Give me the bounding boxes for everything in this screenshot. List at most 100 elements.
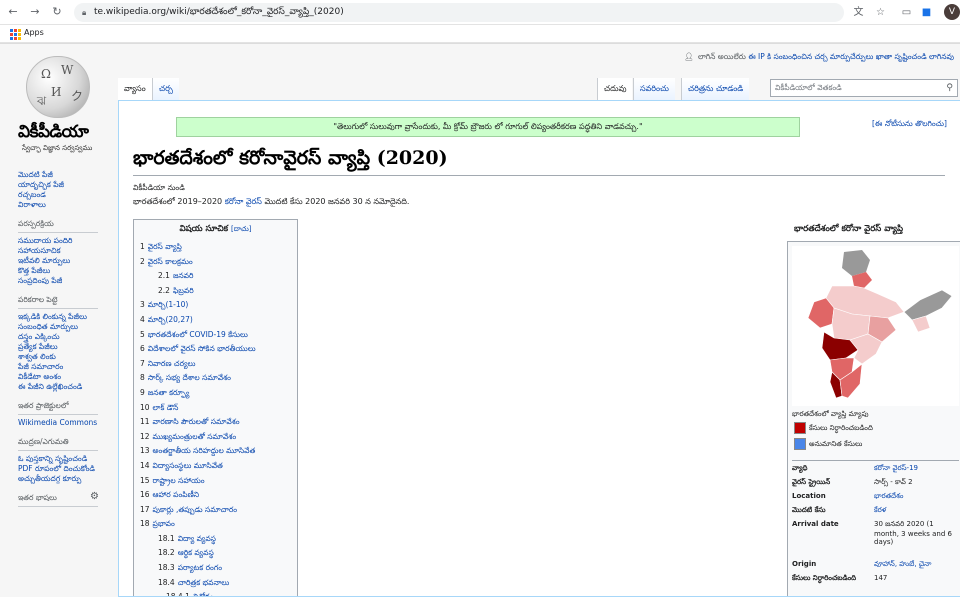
toc-label: ముఖ్యమంత్రులతో సమావేశం xyxy=(152,431,237,441)
wikipedia-logo[interactable]: Ω W И ク ঝ వికీపీడియా స్వేచ్ఛా విజ్ఞాన సర… xyxy=(16,56,100,156)
toc-item[interactable]: 2.1 జనవరి xyxy=(140,269,291,284)
toc-item[interactable]: 15 రాష్ట్రాల సహాయం xyxy=(140,474,291,489)
forward-arrow-icon[interactable]: → xyxy=(28,5,42,19)
toc-item[interactable]: 12 ముఖ్యమంత్రులతో సమావేశం xyxy=(140,430,291,445)
sidebar-link[interactable]: దస్త్రం ఎక్కించు xyxy=(18,332,114,342)
sidebar-heading[interactable]: ముద్రణ/ఎగుమతి xyxy=(18,437,98,451)
tab-edit[interactable]: సవరించు xyxy=(633,78,675,100)
infobox-key: Location xyxy=(792,492,826,500)
contributions-link[interactable]: మార్పుచేర్పులు xyxy=(830,52,873,61)
toc-number: 2.1 xyxy=(158,271,170,281)
toc-item[interactable]: 2.2 ఫిబ్రవరి xyxy=(140,284,291,299)
sidebar-heading[interactable]: పరస్పరక్రియ xyxy=(18,219,98,233)
sidebar-link[interactable]: యాదృచ్ఛిక పేజీ xyxy=(18,180,114,190)
tab-read[interactable]: చదువు xyxy=(597,78,633,100)
sidebar-link[interactable]: PDF రూపంలో దించుకోండి xyxy=(18,464,114,474)
create-account-link[interactable]: ఖాతా సృష్టించండి xyxy=(876,52,927,61)
sidebar-link[interactable]: ఇక్కడికి లింకున్న పేజీలు xyxy=(18,312,114,322)
legend-swatch-confirmed xyxy=(794,422,806,434)
toc-label: పర్యాటక రంగం xyxy=(177,563,223,573)
tab-talk[interactable]: చర్చ xyxy=(152,78,179,100)
apps-bookmark[interactable]: Apps xyxy=(24,28,44,37)
toc-item[interactable]: 4 మార్చి(20,27) xyxy=(140,313,291,328)
translate-icon[interactable]: 文 xyxy=(852,6,865,19)
toc-item[interactable]: 3 మార్చి(1-10) xyxy=(140,298,291,313)
toc-hide-toggle[interactable]: [దాచు] xyxy=(231,225,251,233)
corona-link[interactable]: కరోనా xyxy=(225,197,244,206)
toc-item[interactable]: 9 జనతా కర్ఫ్యూ xyxy=(140,386,291,401)
sidebar-link[interactable]: సముదాయ పందిరి xyxy=(18,236,114,246)
infobox-value[interactable]: కరోనా వైరస్-19 xyxy=(874,464,959,474)
toc-item[interactable]: 5 భారతదేశంలో COVID-19 కేసులు xyxy=(140,328,291,343)
star-icon[interactable]: ☆ xyxy=(874,6,887,19)
lead-text: మొదటి కేసు 2020 జనవరి 30 న నమోదైనది. xyxy=(261,197,410,206)
sidebar-link[interactable]: అచ్చుతీయదగ్గ కూర్పు xyxy=(18,474,114,484)
back-arrow-icon[interactable]: ← xyxy=(6,5,20,19)
toc-item[interactable]: 6 విదేశాలలో వైరస్ సోకిన భారతీయులు xyxy=(140,342,291,357)
india-outbreak-map[interactable] xyxy=(792,246,959,406)
toc-item[interactable]: 8 సార్క్ సభ్య దేశాల సమావేశం xyxy=(140,371,291,386)
search-input[interactable]: వికీపీడియాలో వెతకండి ⚲ xyxy=(770,79,958,97)
toc-item[interactable]: 13 అంతర్జాతీయ సరిహద్దుల మూసివేత xyxy=(140,444,291,459)
tab-article[interactable]: వ్యాసం xyxy=(118,78,152,100)
sidebar-heading[interactable]: పరికరాల పెట్టె xyxy=(18,295,98,309)
sidebar-link[interactable]: సహాయసూచిక xyxy=(18,246,114,256)
sidebar-link[interactable]: ఈ పేజీని ఉల్లేఖించండి xyxy=(18,382,114,392)
sidebar-link[interactable]: వికీడేటా అంశం xyxy=(18,372,114,382)
toc-item[interactable]: 14 విద్యాసంస్థలు మూసివేత xyxy=(140,459,291,474)
infobox-key: Origin xyxy=(792,560,817,568)
wiki-page: Ω W И ク ঝ వికీపీడియా స్వేచ్ఛా విజ్ఞాన సర… xyxy=(0,44,960,597)
toc-item[interactable]: 18.4.1 వినోదం xyxy=(140,590,291,596)
toc-item[interactable]: 18.2 ఆర్థిక వ్యవస్థ xyxy=(140,546,291,561)
sidebar-link[interactable]: సంప్రదింపు పేజీ xyxy=(18,276,114,286)
apps-grid-icon[interactable] xyxy=(10,29,21,40)
search-icon[interactable]: ⚲ xyxy=(946,80,953,96)
sidebar-heading[interactable]: ఇతర ప్రాజెక్టులలో xyxy=(18,401,98,415)
toc-number: 13 xyxy=(140,446,150,456)
sidebar-link[interactable]: ప్రత్యేక పేజీలు xyxy=(18,342,114,352)
sidebar-link[interactable]: రచ్చబండ xyxy=(18,190,114,200)
toc-item[interactable]: 17 పుకార్లు ,తప్పుడు సమాచారం xyxy=(140,503,291,518)
address-bar[interactable]: 🔒︎ te.wikipedia.org/wiki/భారతదేశంలో_కరోన… xyxy=(74,3,844,22)
toc-item[interactable]: 2 వైరస్ కాలక్రమం xyxy=(140,255,291,270)
toc-item[interactable]: 16 ఆహార పంపిణీని xyxy=(140,488,291,503)
infobox-key: వ్యాధి xyxy=(792,464,808,472)
sidebar-heading[interactable]: ఇతర భాషలు ⚙ xyxy=(18,491,99,507)
gear-icon[interactable]: ⚙ xyxy=(90,491,99,502)
legend-label: కేసులు నిర్ధారించబడింది xyxy=(809,424,873,432)
toc-item[interactable]: 18 ప్రభావం xyxy=(140,517,291,532)
infobox-value[interactable]: భారతదేశం xyxy=(874,492,959,502)
toc-number: 18.1 xyxy=(158,533,175,543)
reload-icon[interactable]: ↻ xyxy=(50,5,64,19)
infobox-value[interactable]: వూహాన్, హుబే, చైనా xyxy=(874,560,959,570)
sidebar-link[interactable]: సంబంధిత మార్పులు xyxy=(18,322,114,332)
toc-item[interactable]: 18.1 విద్యా వ్యవస్థ xyxy=(140,532,291,547)
infobox-value[interactable]: కేరళ xyxy=(874,506,959,516)
sidebar-link[interactable]: ఇటీవలి మార్పులు xyxy=(18,256,114,266)
site-notice: "తెలుగులో సులువుగా వ్రాసేందుకు, మీ క్రోమ… xyxy=(176,117,800,137)
profile-avatar[interactable]: V xyxy=(944,4,960,20)
infobox-value: సార్స్ - కావ్ 2 xyxy=(874,478,913,486)
sidebar-link[interactable]: శాశ్వత లింకు xyxy=(18,352,114,362)
toc-item[interactable]: 11 వారణాసి పౌరులతో సమావేశం xyxy=(140,415,291,430)
tab-history[interactable]: చరిత్రను చూడండి xyxy=(681,78,750,100)
sidebar-link[interactable]: పేజీ సమాచారం xyxy=(18,362,114,372)
toc-item[interactable]: 7 నివారణ చర్యలు xyxy=(140,357,291,372)
talk-link[interactable]: ఈ IP కి సంబంధించిన చర్చ xyxy=(748,52,827,61)
sidebar-link[interactable]: విరాళాలు xyxy=(18,200,114,210)
toc-item[interactable]: 10 లాక్ డౌన్ xyxy=(140,401,291,416)
login-link[interactable]: లాగినవు xyxy=(929,52,954,61)
sidebar-link[interactable]: కొత్త పేజీలు xyxy=(18,266,114,276)
cast-icon[interactable]: ▭ xyxy=(900,6,913,19)
toc-item[interactable]: 18.3 పర్యాటక రంగం xyxy=(140,561,291,576)
toc-item[interactable]: 18.4 చారిత్రక భవనాలు xyxy=(140,576,291,591)
virus-link[interactable]: వైరస్ xyxy=(246,197,262,206)
sidebar-link[interactable]: మొదటి పేజీ xyxy=(18,170,114,180)
toc-number: 18.3 xyxy=(158,563,175,573)
dismiss-notice-link[interactable]: [ఈ నోటీసును తొలగించు] xyxy=(872,119,947,130)
sidebar-link[interactable]: Wikimedia Commons xyxy=(18,418,114,428)
sidebar-link[interactable]: ఓ పుస్తకాన్ని సృష్టించండి xyxy=(18,454,114,464)
search-placeholder: వికీపీడియాలో వెతకండి xyxy=(775,83,842,92)
extension-icon[interactable]: ■ xyxy=(920,6,933,19)
toc-item[interactable]: 1 వైరస్ వ్యాప్తి xyxy=(140,240,291,255)
